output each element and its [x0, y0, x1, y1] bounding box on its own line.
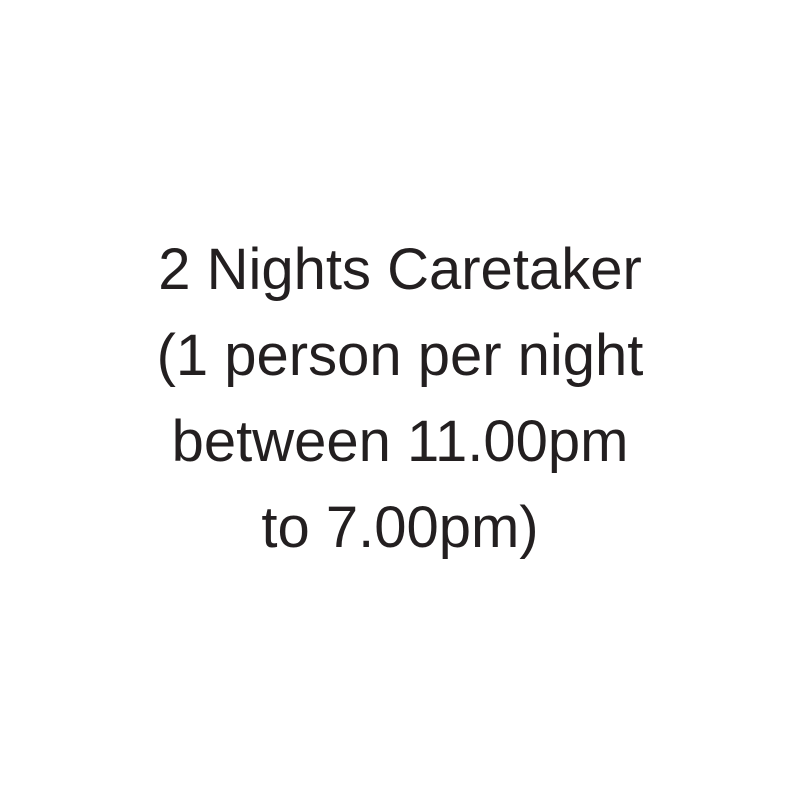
text-line-3: between 11.00pm	[171, 409, 629, 474]
text-line-4: to 7.00pm)	[261, 495, 539, 560]
caretaker-text-block: 2 Nights Caretaker (1 person per night b…	[0, 227, 800, 571]
text-line-2: (1 person per night	[156, 323, 644, 388]
text-line-1: 2 Nights Caretaker	[158, 237, 642, 302]
canvas: 2 Nights Caretaker (1 person per night b…	[0, 0, 800, 800]
